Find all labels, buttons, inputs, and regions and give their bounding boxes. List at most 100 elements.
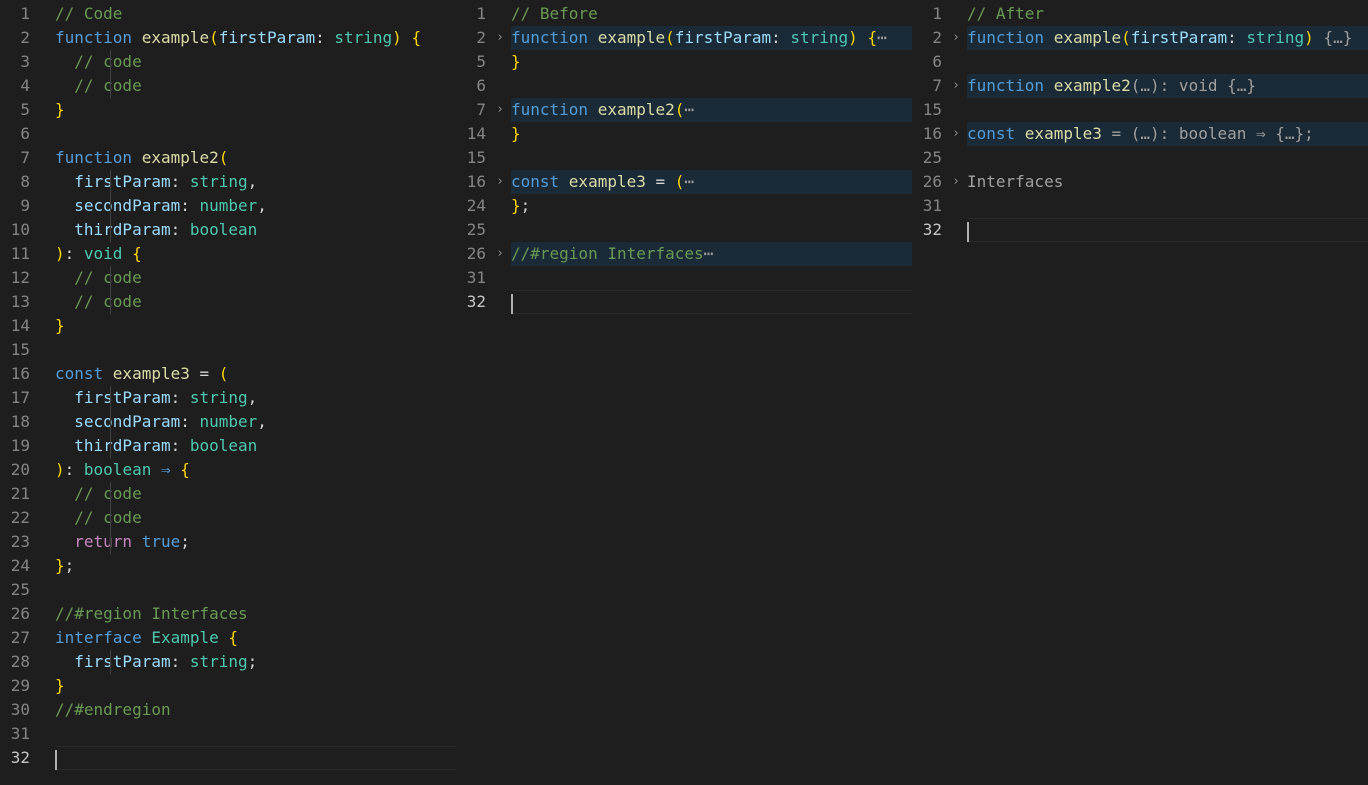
code-line[interactable]: 15 — [912, 98, 1368, 122]
code-line[interactable]: 22 // code — [0, 506, 456, 530]
code-line[interactable]: 32 — [0, 746, 456, 770]
code-line[interactable]: 13 // code — [0, 290, 456, 314]
code-line[interactable]: 25 — [912, 146, 1368, 170]
code-line[interactable]: 16 › const example3 = (⋯ — [456, 170, 912, 194]
code-token: : — [170, 388, 190, 407]
code-text: function example(firstParam: string) {⋯ — [511, 26, 912, 50]
code-line[interactable]: 14} — [456, 122, 912, 146]
line-number: 6 — [20, 124, 30, 143]
code-line[interactable]: 18 secondParam: number, — [0, 410, 456, 434]
code-text: } — [511, 122, 912, 146]
code-line[interactable]: 16 › const example3 = (…): boolean ⇒ {…}; — [912, 122, 1368, 146]
code-text: thirdParam: boolean — [55, 218, 456, 242]
code-token: // code — [55, 292, 142, 311]
code-line[interactable]: 6 — [0, 122, 456, 146]
code-line[interactable]: 2 › function example(firstParam: string) {… — [456, 26, 912, 50]
line-number: 31 — [922, 196, 942, 215]
line-number: 32 — [922, 220, 942, 239]
code-line[interactable]: 26 › Interfaces — [912, 170, 1368, 194]
code-line[interactable]: 6 — [456, 74, 912, 98]
code-token: boolean — [83, 460, 152, 479]
code-line[interactable]: 4 // code — [0, 74, 456, 98]
code-token: ( — [218, 364, 229, 383]
code-line[interactable]: 27 interface Example { — [0, 626, 456, 650]
code-token: boolean — [189, 220, 258, 239]
chevron-right-icon[interactable]: › — [494, 26, 506, 50]
line-number: 5 — [476, 52, 486, 71]
code-line[interactable]: 20): boolean ⇒ { — [0, 458, 456, 482]
code-line[interactable]: 17 firstParam: string, — [0, 386, 456, 410]
code-line[interactable]: 31 — [912, 194, 1368, 218]
code-token: // code — [55, 268, 142, 287]
code-line[interactable]: 21 // code — [0, 482, 456, 506]
code-line[interactable]: 16 const example3 = ( — [0, 362, 456, 386]
code-token: : — [170, 172, 190, 191]
code-token: ; — [180, 532, 190, 551]
code-line[interactable]: 23 return true; — [0, 530, 456, 554]
code-line[interactable]: 32 — [456, 290, 912, 314]
code-line[interactable]: 25 — [456, 218, 912, 242]
code-line[interactable]: 24}; — [0, 554, 456, 578]
code-line[interactable]: 30 //#endregion — [0, 698, 456, 722]
code-line[interactable]: 26 ›//#region Interfaces⋯ — [456, 242, 912, 266]
chevron-right-icon[interactable]: › — [494, 170, 506, 194]
code-token: string — [189, 388, 248, 407]
code-line[interactable]: 28 firstParam: string; — [0, 650, 456, 674]
line-number: 2 — [932, 28, 942, 47]
code-text: //#region Interfaces⋯ — [511, 242, 912, 266]
chevron-right-icon[interactable]: › — [950, 170, 962, 194]
line-number: 28 — [10, 652, 30, 671]
chevron-right-icon[interactable]: › — [950, 74, 962, 98]
code-line[interactable]: 12 // code — [0, 266, 456, 290]
code-line[interactable]: 1 // After — [912, 2, 1368, 26]
code-line[interactable]: 11): void { — [0, 242, 456, 266]
code-line[interactable]: 5} — [0, 98, 456, 122]
code-line[interactable]: 32 — [912, 218, 1368, 242]
code-token: example2 — [141, 148, 219, 167]
code-line[interactable]: 26 //#region Interfaces — [0, 602, 456, 626]
code-line[interactable]: 6 — [912, 50, 1368, 74]
code-line[interactable]: 3 // code — [0, 50, 456, 74]
code-line[interactable]: 31 — [0, 722, 456, 746]
line-number: 7 — [20, 148, 30, 167]
code-line[interactable]: 5} — [456, 50, 912, 74]
code-line[interactable]: 29} — [0, 674, 456, 698]
code-line[interactable]: 24}; — [456, 194, 912, 218]
code-line[interactable]: 1 // Before — [456, 2, 912, 26]
code-line[interactable]: 9 secondParam: number, — [0, 194, 456, 218]
code-line[interactable]: 7 › function example2(⋯ — [456, 98, 912, 122]
editor-pane-before[interactable]: 1// Before 2 › function example(firstParam:… — [456, 2, 912, 785]
chevron-right-icon[interactable]: › — [494, 98, 506, 122]
code-line[interactable]: 8 firstParam: string, — [0, 170, 456, 194]
code-line[interactable]: 31 — [456, 266, 912, 290]
code-line[interactable]: 2 › function example(firstParam: string) {… — [912, 26, 1368, 50]
editor-pane-code[interactable]: 1// Code 2 function example(firstParam: st… — [0, 2, 456, 785]
code-text: // Before — [511, 2, 912, 26]
code-text: const example3 = (⋯ — [511, 170, 912, 194]
code-text: // code — [55, 50, 456, 74]
code-line[interactable]: 7 › function example2(…): void {…} — [912, 74, 1368, 98]
code-line[interactable]: 19 thirdParam: boolean — [0, 434, 456, 458]
indent-guide — [110, 74, 111, 98]
chevron-right-icon[interactable]: › — [494, 242, 506, 266]
code-line[interactable]: 10 thirdParam: boolean — [0, 218, 456, 242]
code-token: = — [189, 364, 219, 383]
code-token: boolean — [189, 436, 258, 455]
code-line[interactable]: 14} — [0, 314, 456, 338]
code-token: thirdParam — [55, 220, 171, 239]
code-line[interactable]: 15 — [0, 338, 456, 362]
code-token: number — [199, 412, 258, 431]
code-line[interactable]: 1 // Code — [0, 2, 456, 26]
code-token: ( — [218, 148, 229, 167]
code-line[interactable]: 7 function example2( — [0, 146, 456, 170]
code-token: { — [180, 460, 190, 479]
code-line[interactable]: 15 — [456, 146, 912, 170]
editor-pane-after[interactable]: 1// After 2 › function example(firstParam: … — [912, 2, 1368, 785]
code-text: // After — [967, 2, 1368, 26]
chevron-right-icon[interactable]: › — [950, 122, 962, 146]
code-line[interactable]: 2 function example(firstParam: string) { — [0, 26, 456, 50]
code-token: = — [645, 172, 675, 191]
chevron-right-icon[interactable]: › — [950, 26, 962, 50]
code-line[interactable]: 25 — [0, 578, 456, 602]
